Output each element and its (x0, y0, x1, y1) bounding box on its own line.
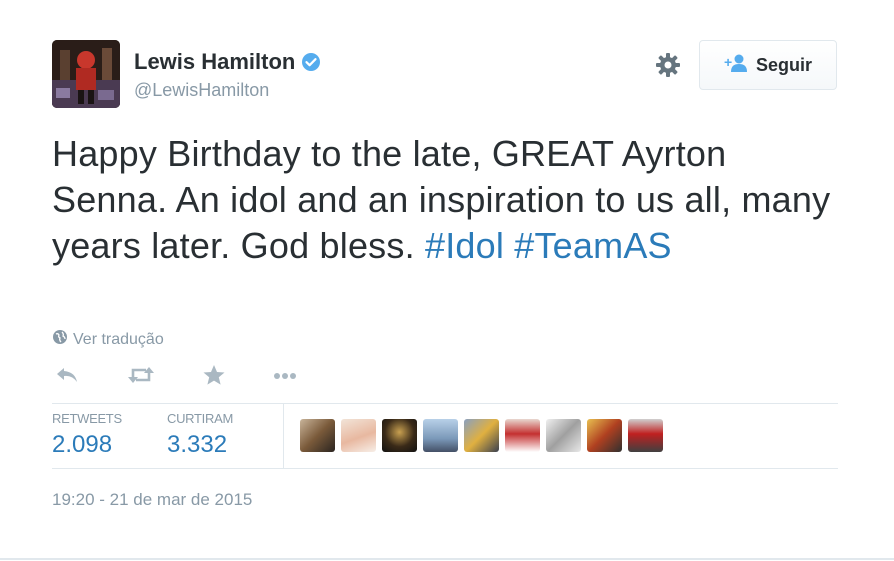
liker-avatar[interactable] (423, 419, 458, 452)
retweets-label: RETWEETS (52, 411, 122, 426)
hashtag-link[interactable]: #Idol (425, 225, 504, 266)
likes-label: CURTIRAM (167, 411, 233, 426)
verified-badge-icon (301, 52, 321, 72)
user-name[interactable]: Lewis Hamilton (134, 49, 295, 75)
liker-avatar[interactable] (505, 419, 540, 452)
gear-icon[interactable] (655, 52, 681, 78)
globe-icon (52, 329, 68, 350)
favorite-icon[interactable] (201, 363, 231, 389)
add-user-icon: + (724, 53, 748, 78)
stats-separator (283, 404, 284, 468)
retweets-count[interactable]: 2.098 (52, 431, 112, 459)
liker-avatar[interactable] (628, 419, 663, 452)
svg-text:+: + (724, 54, 732, 70)
hashtag-link[interactable]: #TeamAS (514, 225, 671, 266)
liker-avatar[interactable] (300, 419, 335, 452)
liker-avatars (300, 419, 663, 452)
liker-avatar[interactable] (464, 419, 499, 452)
follow-button-label: Seguir (755, 54, 812, 75)
profile-avatar[interactable] (52, 40, 120, 108)
bottom-border (0, 558, 894, 560)
reply-icon[interactable] (54, 363, 84, 389)
avatar-image (52, 40, 120, 108)
follow-button[interactable]: + Seguir (699, 40, 837, 90)
divider (52, 468, 838, 469)
translate-link[interactable]: Ver tradução (52, 329, 164, 350)
user-handle[interactable]: @LewisHamilton (134, 80, 269, 101)
liker-avatar[interactable] (341, 419, 376, 452)
likes-count[interactable]: 3.332 (167, 431, 227, 459)
divider (52, 403, 838, 404)
translate-label: Ver tradução (73, 330, 164, 348)
liker-avatar[interactable] (587, 419, 622, 452)
retweet-icon[interactable] (126, 363, 156, 389)
user-name-row[interactable]: Lewis Hamilton (134, 49, 321, 75)
more-icon[interactable] (271, 363, 301, 389)
liker-avatar[interactable] (546, 419, 581, 452)
liker-avatar[interactable] (382, 419, 417, 452)
tweet-timestamp[interactable]: 19:20 - 21 de mar de 2015 (52, 490, 252, 510)
tweet-text: Happy Birthday to the late, GREAT Ayrton… (52, 131, 842, 269)
